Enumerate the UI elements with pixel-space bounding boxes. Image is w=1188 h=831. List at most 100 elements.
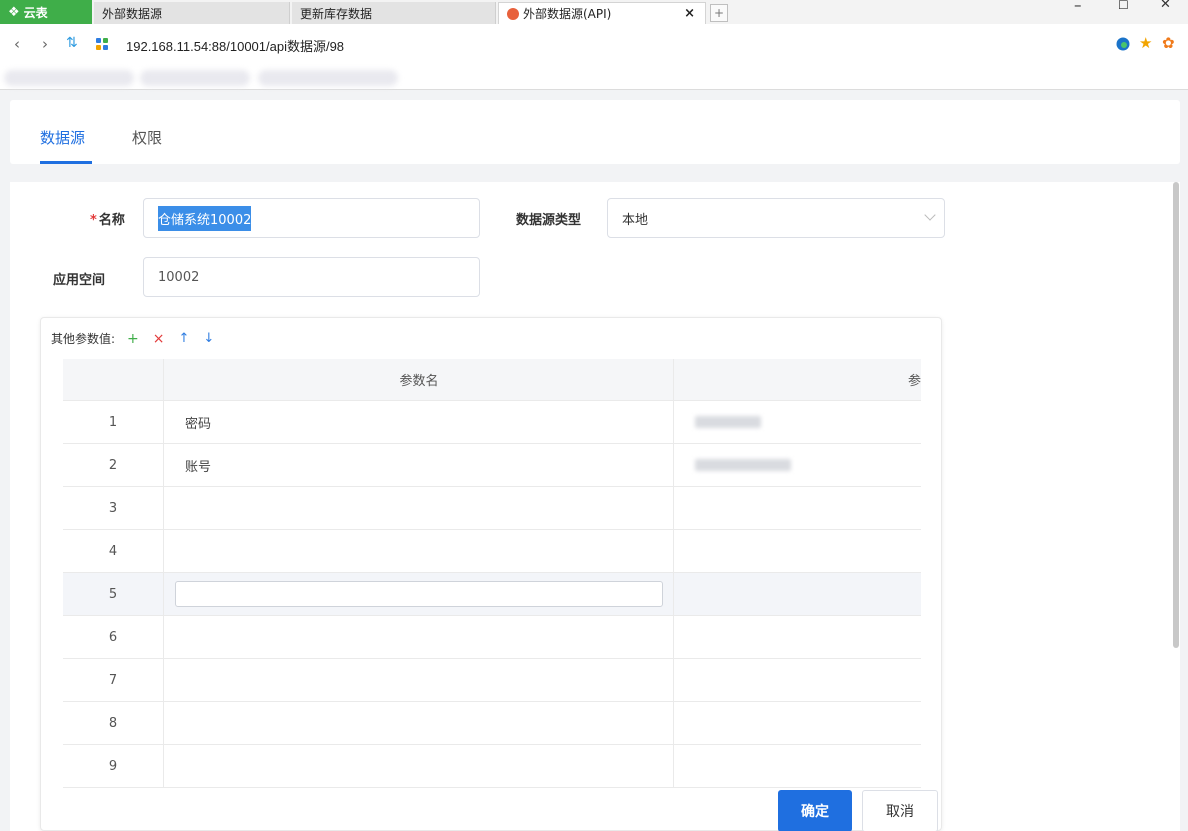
app-space-value: 10002: [158, 269, 200, 285]
cancel-button[interactable]: 取消: [862, 790, 938, 831]
row-index: 5: [63, 573, 164, 615]
tab-datasource[interactable]: 数据源: [40, 127, 85, 148]
favorite-star-icon[interactable]: ★: [1139, 34, 1152, 52]
param-name-cell[interactable]: [165, 659, 674, 701]
browser-tab-label: 云表: [23, 5, 48, 20]
param-value-cell[interactable]: [675, 487, 921, 529]
required-mark: *: [90, 213, 97, 228]
back-icon[interactable]: ‹: [14, 35, 20, 53]
table-row[interactable]: 4: [63, 530, 921, 573]
row-index: 9: [63, 745, 164, 787]
param-name-cell[interactable]: [165, 530, 674, 572]
yunbiao-logo-icon: ❖: [8, 4, 20, 20]
extension-gear-icon[interactable]: ✿: [1162, 34, 1175, 52]
datasource-type-label: 数据源类型: [516, 213, 582, 228]
redacted-value: [695, 416, 761, 428]
browser-tab-label: 更新库存数据: [300, 6, 373, 21]
table-row[interactable]: 6: [63, 616, 921, 659]
param-name-cell[interactable]: [165, 745, 674, 787]
refresh-icon[interactable]: ⇅: [66, 35, 78, 51]
redacted-bookmark: [140, 70, 250, 86]
param-name-cell[interactable]: 账号: [165, 444, 674, 486]
active-tab-indicator: [40, 161, 92, 164]
page-tabs-card: 数据源 权限: [10, 100, 1180, 164]
forward-icon[interactable]: ›: [42, 35, 48, 53]
chevron-down-icon: [924, 209, 936, 221]
maximize-icon[interactable]: ☐: [1118, 0, 1129, 12]
grid-header-row: 参数名 参: [63, 359, 921, 401]
scrollbar-thumb[interactable]: [1173, 182, 1179, 648]
apps-grid-icon[interactable]: [96, 38, 108, 50]
param-name-cell[interactable]: [165, 487, 674, 529]
app-space-input[interactable]: 10002: [143, 257, 480, 297]
index-header: [63, 359, 164, 400]
new-tab-button[interactable]: +: [710, 4, 728, 22]
row-index: 8: [63, 702, 164, 744]
params-toolbar: 其他参数值: + × ↑ ↓: [51, 330, 214, 347]
edge-icon[interactable]: [1116, 37, 1130, 55]
browser-tab-external-datasource[interactable]: 外部数据源: [94, 2, 290, 24]
param-value-cell[interactable]: [675, 530, 921, 572]
redacted-bookmark: [4, 70, 134, 86]
row-index: 6: [63, 616, 164, 658]
param-name-cell[interactable]: [165, 616, 674, 658]
datasource-type-value: 本地: [622, 212, 649, 228]
row-index: 4: [63, 530, 164, 572]
redacted-value: [695, 459, 791, 471]
browser-tab-label: 外部数据源: [102, 6, 163, 21]
param-value-cell[interactable]: [675, 745, 921, 787]
row-index: 2: [63, 444, 164, 486]
param-name-cell[interactable]: 密码: [165, 401, 674, 443]
table-row[interactable]: 9: [63, 745, 921, 788]
param-value-cell[interactable]: [675, 702, 921, 744]
row-index: 1: [63, 401, 164, 443]
browser-tab-label: 外部数据源(API): [523, 7, 612, 21]
browser-tab-update-stock[interactable]: 更新库存数据: [292, 2, 496, 24]
close-icon[interactable]: ×: [684, 6, 695, 21]
param-value-header: 参: [907, 374, 921, 389]
row-index: 3: [63, 487, 164, 529]
param-name-cell[interactable]: [165, 573, 674, 615]
datasource-form: * 名称 仓储系统10002 数据源类型 本地 应用空间 10002 其他参数值:…: [10, 182, 1180, 831]
confirm-button[interactable]: 确定: [778, 790, 852, 831]
move-up-icon[interactable]: ↑: [179, 331, 190, 346]
table-row[interactable]: 1 密码: [63, 401, 921, 444]
browser-titlebar: ❖ 云表 外部数据源 更新库存数据 外部数据源(API) × + – ☐ ✕: [0, 0, 1188, 24]
table-row-editing[interactable]: 5: [63, 573, 921, 616]
address-bar: ‹ › ⇅ 192.168.11.54:88/10001/api数据源/98 ★…: [0, 24, 1188, 66]
tab-permissions[interactable]: 权限: [132, 127, 162, 148]
app-space-label: 应用空间: [53, 273, 106, 288]
params-label: 其他参数值:: [51, 332, 116, 346]
plus-icon: +: [713, 6, 725, 20]
param-name-cell[interactable]: [165, 702, 674, 744]
row-index: 7: [63, 659, 164, 701]
url-text[interactable]: 192.168.11.54:88/10001/api数据源/98: [126, 36, 344, 55]
window-close-icon[interactable]: ✕: [1160, 0, 1171, 12]
name-label: * 名称: [90, 213, 125, 228]
table-row[interactable]: 8: [63, 702, 921, 745]
add-row-icon[interactable]: +: [127, 331, 139, 347]
table-row[interactable]: 2 账号: [63, 444, 921, 487]
param-value-cell[interactable]: [675, 401, 921, 443]
name-input[interactable]: 仓储系统10002: [143, 198, 480, 238]
selected-text: 仓储系统10002: [158, 205, 252, 231]
redacted-bookmark: [258, 70, 398, 86]
delete-row-icon[interactable]: ×: [153, 331, 165, 347]
param-name-header: 参数名: [165, 359, 674, 400]
minimize-icon[interactable]: –: [1074, 0, 1082, 14]
table-row[interactable]: 3: [63, 487, 921, 530]
param-name-editor-input[interactable]: [175, 581, 663, 607]
table-row[interactable]: 7: [63, 659, 921, 702]
form-scrollbar[interactable]: [1172, 182, 1180, 648]
other-params-panel: 其他参数值: + × ↑ ↓ 参数名 参 1 密码 2 账号 3 4 5 6 7…: [40, 317, 942, 831]
param-value-cell[interactable]: [675, 659, 921, 701]
param-value-cell[interactable]: [675, 444, 921, 486]
browser-tab-yunbiao[interactable]: ❖ 云表: [0, 0, 92, 24]
app-logo-icon: [507, 7, 519, 20]
browser-tab-api-datasource[interactable]: 外部数据源(API) ×: [498, 2, 706, 24]
param-value-cell[interactable]: [675, 616, 921, 658]
move-down-icon[interactable]: ↓: [203, 331, 214, 346]
bookmarks-bar-redacted: [0, 66, 1188, 90]
datasource-type-select[interactable]: 本地: [607, 198, 945, 238]
param-value-cell[interactable]: [675, 573, 921, 615]
